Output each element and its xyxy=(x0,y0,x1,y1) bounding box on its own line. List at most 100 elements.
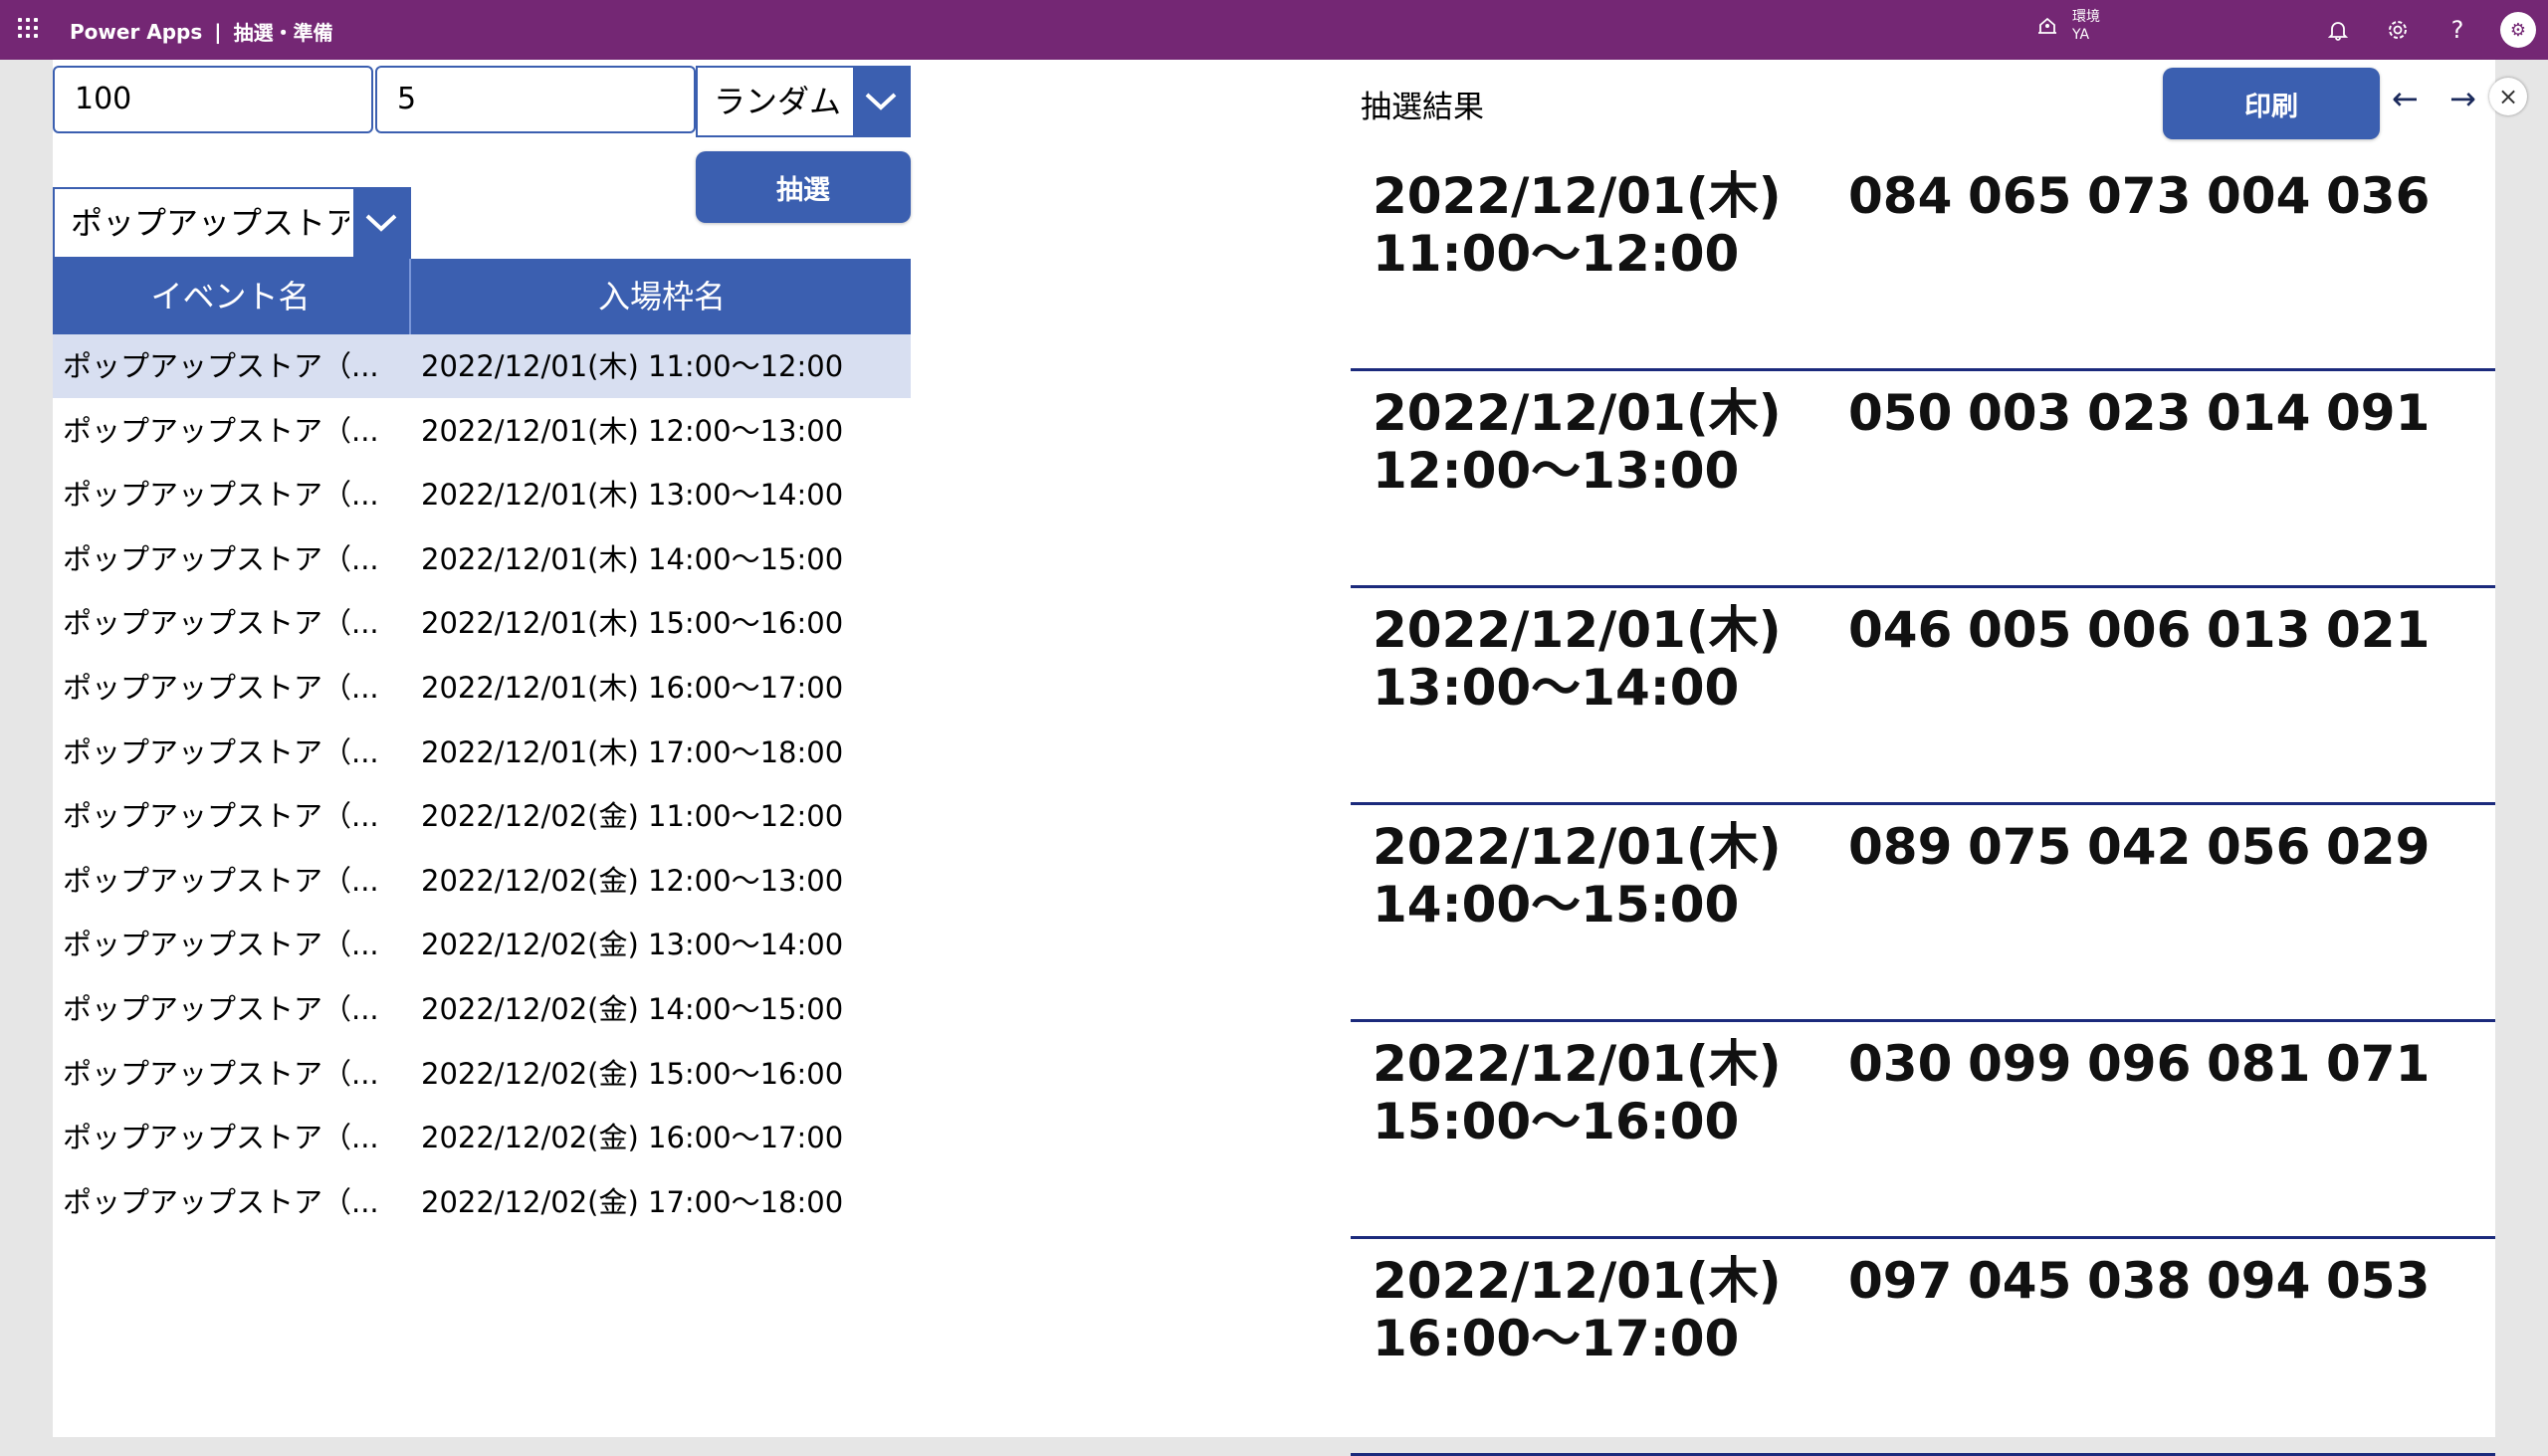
winning-number: 099 xyxy=(1968,1035,2072,1093)
result-slot: 2022/12/01(木) 11:00～12:00 xyxy=(1373,167,1782,283)
winning-number: 042 xyxy=(2087,818,2192,876)
table-row[interactable]: ポップアップストア（... 2022/12/02(金) 16:00～17:00 xyxy=(53,1106,911,1169)
close-icon[interactable]: × xyxy=(2489,78,2527,115)
event-dropdown-value: ポップアップストア（ xyxy=(71,204,349,242)
environment-name: YA xyxy=(2072,27,2090,43)
result-date: 2022/12/01(木) xyxy=(1373,1252,1782,1310)
result-item: 2022/12/01(木) 12:00～13:00 050 003 023 014 091 xyxy=(1351,368,2495,588)
environment-label: 環境 xyxy=(2072,9,2100,25)
result-time: 13:00～14:00 xyxy=(1373,659,1740,717)
settings-gear-icon[interactable] xyxy=(2384,16,2412,44)
winning-number: 065 xyxy=(1968,167,2072,225)
table-row[interactable]: ポップアップストア（... 2022/12/01(木) 11:00～12:00 xyxy=(53,334,911,398)
winning-number: 096 xyxy=(2087,1035,2192,1093)
draw-mode-value: ランダム xyxy=(714,83,842,120)
draw-button[interactable]: 抽選 xyxy=(696,151,911,223)
chevron-down-icon[interactable] xyxy=(853,68,909,135)
title-separator: | xyxy=(214,19,222,44)
results-title: 抽選結果 xyxy=(1361,90,1484,125)
table-header: イベント名 入場枠名 xyxy=(53,259,911,334)
result-slot: 2022/12/01(木) 16:00～17:00 xyxy=(1373,1252,1782,1367)
environment-icon xyxy=(2038,17,2056,34)
event-name-cell: ポップアップストア（... xyxy=(63,1121,379,1155)
slot-name-cell: 2022/12/01(木) 13:00～14:00 xyxy=(421,478,844,513)
winning-number: 053 xyxy=(2326,1252,2431,1310)
slot-name-cell: 2022/12/01(木) 12:00～13:00 xyxy=(421,413,844,448)
winning-number: 056 xyxy=(2207,818,2311,876)
table-row[interactable]: ポップアップストア（... 2022/12/01(木) 17:00～18:00 xyxy=(53,721,911,784)
app-name: Power Apps xyxy=(70,19,203,44)
forward-arrow-icon[interactable]: → xyxy=(2449,80,2476,117)
environment-picker[interactable]: 環境 YA xyxy=(2036,8,2100,44)
table-row[interactable]: ポップアップストア（... 2022/12/02(金) 13:00～14:00 xyxy=(53,913,911,976)
result-item: 2022/12/01(木) 14:00～15:00 089 075 042 056 029 xyxy=(1351,802,2495,1022)
result-slot: 2022/12/01(木) 13:00～14:00 xyxy=(1373,601,1782,717)
screen-title: 抽選・準備 xyxy=(233,21,333,45)
table-row[interactable]: ポップアップストア（... 2022/12/02(金) 14:00～15:00 xyxy=(53,977,911,1041)
table-row[interactable]: ポップアップストア（... 2022/12/01(木) 16:00～17:00 xyxy=(53,656,911,720)
table-row[interactable]: ポップアップストア（... 2022/12/01(木) 15:00～16:00 xyxy=(53,591,911,655)
draw-mode-dropdown[interactable]: ランダム xyxy=(696,66,911,137)
slot-name-cell: 2022/12/01(木) 11:00～12:00 xyxy=(421,349,844,383)
winning-number: 029 xyxy=(2326,818,2431,876)
winning-numbers: 089 075 042 056 029 xyxy=(1848,818,2445,876)
winning-numbers: 046 005 006 013 021 xyxy=(1848,601,2445,659)
winning-number: 050 xyxy=(1848,384,1953,442)
winning-numbers: 097 045 038 094 053 xyxy=(1848,1252,2445,1310)
table-row[interactable]: ポップアップストア（... 2022/12/01(木) 12:00～13:00 xyxy=(53,399,911,463)
chevron-down-icon[interactable] xyxy=(353,189,409,257)
result-date: 2022/12/01(木) xyxy=(1373,1035,1782,1093)
winning-numbers: 084 065 073 004 036 xyxy=(1848,167,2445,225)
user-avatar[interactable]: ⚙ xyxy=(2500,12,2536,48)
table-row[interactable]: ポップアップストア（... 2022/12/01(木) 13:00～14:00 xyxy=(53,463,911,526)
event-dropdown[interactable]: ポップアップストア（ xyxy=(53,187,411,259)
winning-number: 081 xyxy=(2207,1035,2311,1093)
winning-number: 071 xyxy=(2326,1035,2431,1093)
slot-name-cell: 2022/12/02(金) 11:00～12:00 xyxy=(421,799,844,834)
table-row[interactable]: ポップアップストア（... 2022/12/02(金) 17:00～18:00 xyxy=(53,1170,911,1234)
table-row[interactable]: ポップアップストア（... 2022/12/01(木) 14:00～15:00 xyxy=(53,527,911,591)
event-name-cell: ポップアップストア（... xyxy=(63,799,379,834)
winning-number: 046 xyxy=(1848,601,1953,659)
winning-number: 021 xyxy=(2326,601,2431,659)
table-row[interactable]: ポップアップストア（... 2022/12/02(金) 15:00～16:00 xyxy=(53,1042,911,1106)
winning-number: 038 xyxy=(2087,1252,2192,1310)
column-header-event[interactable]: イベント名 xyxy=(53,259,408,334)
print-button[interactable]: 印刷 xyxy=(2163,68,2380,139)
result-date: 2022/12/01(木) xyxy=(1373,818,1782,876)
result-item: 2022/12/01(木) 13:00～14:00 046 005 006 013 021 xyxy=(1351,585,2495,805)
back-arrow-icon[interactable]: ← xyxy=(2392,80,2419,117)
event-name-cell: ポップアップストア（... xyxy=(63,478,379,513)
event-name-cell: ポップアップストア（... xyxy=(63,1056,379,1091)
event-name-cell: ポップアップストア（... xyxy=(63,413,379,448)
result-slot: 2022/12/01(木) 12:00～13:00 xyxy=(1373,384,1782,500)
winning-number: 094 xyxy=(2207,1252,2311,1310)
slot-name-cell: 2022/12/01(木) 17:00～18:00 xyxy=(421,734,844,769)
notifications-bell-icon[interactable] xyxy=(2324,16,2352,44)
app-title: Power Apps | 抽選・準備 xyxy=(70,17,333,46)
winning-number: 036 xyxy=(2326,167,2431,225)
result-time: 12:00～13:00 xyxy=(1373,442,1740,500)
result-time: 11:00～12:00 xyxy=(1373,225,1740,283)
winners-count-input[interactable]: 5 xyxy=(375,66,696,133)
help-icon[interactable]: ? xyxy=(2443,16,2471,44)
app-canvas: 100 5 ランダム 抽選 ポップアップストア（ イベント名 入場枠名 ポップア… xyxy=(53,60,2527,1456)
table-row[interactable]: ポップアップストア（... 2022/12/02(金) 12:00～13:00 xyxy=(53,849,911,913)
winning-number: 013 xyxy=(2207,601,2311,659)
event-name-cell: ポップアップストア（... xyxy=(63,928,379,962)
event-name-cell: ポップアップストア（... xyxy=(63,349,379,383)
event-name-cell: ポップアップストア（... xyxy=(63,671,379,705)
event-name-cell: ポップアップストア（... xyxy=(63,863,379,898)
result-item: 2022/12/01(木) 16:00～17:00 097 045 038 094 053 xyxy=(1351,1236,2495,1456)
total-number-input[interactable]: 100 xyxy=(53,66,373,133)
result-item: 2022/12/01(木) 11:00～12:00 084 065 073 004 036 xyxy=(1351,151,2495,371)
app-launcher-icon[interactable] xyxy=(18,18,40,40)
column-header-slot[interactable]: 入場枠名 xyxy=(409,259,913,334)
table-row[interactable]: ポップアップストア（... 2022/12/02(金) 11:00～12:00 xyxy=(53,784,911,848)
result-slot: 2022/12/01(木) 15:00～16:00 xyxy=(1373,1035,1782,1150)
result-date: 2022/12/01(木) xyxy=(1373,601,1782,659)
winning-number: 045 xyxy=(1968,1252,2072,1310)
result-time: 16:00～17:00 xyxy=(1373,1310,1740,1367)
slot-name-cell: 2022/12/01(木) 15:00～16:00 xyxy=(421,606,844,641)
winning-number: 097 xyxy=(1848,1252,1953,1310)
